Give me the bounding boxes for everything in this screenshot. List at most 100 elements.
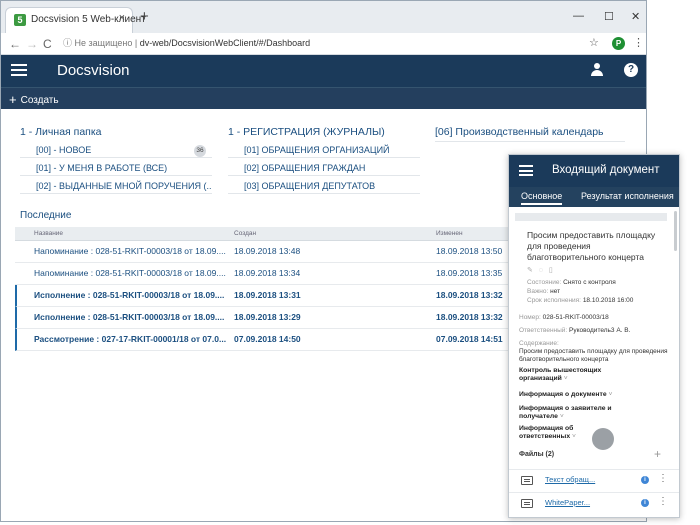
section-label: Информация о документе [519,391,607,398]
user-icon[interactable] [590,63,604,77]
more-icon[interactable]: ⋮ [658,473,668,484]
important-label: Важно: [527,288,549,295]
favicon-icon: 5 [14,14,26,26]
tab-title: Docsvision 5 Web-клиент [31,14,146,25]
row-modified: 18.09.2018 13:32 [436,290,503,300]
section-responsible-info[interactable]: Информация об ответственных ˅ [519,425,589,441]
chevron-down-icon: ˅ [608,391,613,398]
column-name[interactable]: Название [34,230,63,237]
column-created[interactable]: Создан [234,230,256,237]
section-document-info[interactable]: Информация о документе ˅ [519,391,629,399]
section-personal-folder[interactable]: 1 - Личная папка [20,126,102,138]
file-icon [521,499,533,508]
toolbar: + Создать [1,87,646,110]
calendar-divider [435,141,625,142]
responsible-field: Ответственный: Руководитель3 А. В. [519,327,630,334]
table-row[interactable]: Исполнение : 028-51-RKIT-00003/18 от 18.… [15,285,509,307]
row-modified: 18.09.2018 13:35 [436,268,503,278]
new-tab-button[interactable]: + [140,9,149,24]
folder-item-issued[interactable]: [02] - ВЫДАННЫЕ МНОЙ ПОРУЧЕНИЯ (... [20,178,212,194]
tab-execution-result[interactable]: Результат исполнения [581,191,674,201]
row-name: Напоминание : 028-51-RKIT-00003/18 от 18… [34,246,226,256]
file-row[interactable]: Текст обращ... i ⋮ [509,469,679,489]
panel-scrollbar[interactable] [674,211,677,251]
row-name: Исполнение : 028-51-RKIT-00003/18 от 18.… [34,290,225,300]
hamburger-menu-icon[interactable] [11,64,27,76]
row-modified: 18.09.2018 13:32 [436,312,503,322]
create-label: Создать [20,95,59,106]
row-created: 18.09.2018 13:48 [234,246,301,256]
responsible-label: Ответственный: [519,327,568,334]
app-header: Docsvision ? [1,55,646,87]
browser-menu-icon[interactable]: ⋮ [633,36,644,49]
table-row[interactable]: Исполнение : 028-51-RKIT-00003/18 от 18.… [15,307,509,329]
panel-title: Входящий документ [552,164,660,176]
row-name: Исполнение : 028-51-RKIT-00003/18 от 18.… [34,312,225,322]
maximize-button[interactable]: ☐ [604,10,614,23]
back-button[interactable]: ← [9,37,21,51]
document-action-icons[interactable]: ✎ ◌ ▯ [527,266,555,274]
tab-bar: 5 Docsvision 5 Web-клиент × + — ☐ ✕ [1,1,646,33]
panel-menu-icon[interactable] [519,165,533,176]
add-file-icon[interactable]: + [654,447,661,461]
plus-icon: + [9,92,17,107]
section-calendar[interactable]: [06] Производственный календарь [435,126,604,138]
file-link[interactable]: WhitePaper... [545,498,590,507]
journal-item-deputies[interactable]: [03] ОБРАЩЕНИЯ ДЕПУТАТОВ [228,178,420,194]
create-button[interactable]: + Создать [9,92,65,110]
row-created: 18.09.2018 13:34 [234,268,301,278]
minimize-button[interactable]: — [573,10,584,22]
more-icon[interactable]: ⋮ [658,496,668,507]
tab-main[interactable]: Основное [521,191,563,205]
folder-item-label: [00] - НОВОЕ [36,145,92,155]
help-icon[interactable]: ? [624,63,638,77]
file-row[interactable]: WhitePaper... i ⋮ [509,492,679,512]
profile-avatar[interactable]: P [612,37,625,50]
recent-table-header: Название Создан Изменен [15,227,509,241]
count-badge: 36 [194,145,206,157]
row-name: Напоминание : 028-51-RKIT-00003/18 от 18… [34,268,226,278]
info-icon[interactable]: i [641,476,649,484]
row-name: Рассмотрение : 027-17-RKIT-00001/18 от 0… [34,334,227,344]
close-window-button[interactable]: ✕ [631,10,640,23]
number-value: 028-51-RKIT-00003/18 [542,314,609,321]
info-icon[interactable]: i [641,499,649,507]
journal-item-citizens[interactable]: [02] ОБРАЩЕНИЯ ГРАЖДАН [228,160,420,176]
table-row[interactable]: Напоминание : 028-51-RKIT-00003/18 от 18… [15,241,509,263]
deadline-field: Срок исполнения: 18.10.2018 16:00 [527,297,633,304]
reload-button[interactable]: C [43,37,52,51]
folder-item-in-work[interactable]: [01] - У МЕНЯ В РАБОТЕ (ВСЕ) [20,160,212,176]
chevron-down-icon: ˅ [559,413,564,420]
state-value: Снято с контроля [563,279,616,286]
file-link[interactable]: Текст обращ... [545,475,595,484]
close-tab-icon[interactable]: × [119,12,125,24]
chevron-down-icon: ˅ [563,375,568,382]
browser-tab[interactable]: 5 Docsvision 5 Web-клиент × [5,7,146,33]
column-modified[interactable]: Изменен [436,230,463,237]
responsible-value: Руководитель3 А. В. [569,327,631,334]
deadline-value: 18.10.2018 16:00 [582,297,634,304]
section-label: Информация о заявителе и получателе [519,405,612,420]
row-modified: 18.09.2018 13:50 [436,246,503,256]
section-applicant-info[interactable]: Информация о заявителе и получателе ˅ [519,405,624,421]
deadline-label: Срок исполнения: [527,297,581,304]
important-field: Важно: нет [527,288,560,295]
files-label[interactable]: Файлы (2) [519,451,554,458]
journal-item-organizations[interactable]: [01] ОБРАЩЕНИЯ ОРГАНИЗАЦИЙ [228,142,420,158]
row-created: 07.09.2018 14:50 [234,334,301,344]
url-text: dv-web/DocsvisionWebClient/#/Dashboard [139,38,311,48]
bookmark-star-icon[interactable]: ☆ [589,36,599,49]
section-label: Контроль вышестоящих организаций [519,367,602,382]
state-field: Состояние: Снято с контроля [527,279,616,286]
section-label: Информация об ответственных [519,425,574,440]
table-row[interactable]: Рассмотрение : 027-17-RKIT-00001/18 от 0… [15,329,509,351]
section-registration[interactable]: 1 - РЕГИСТРАЦИЯ (ЖУРНАЛЫ) [228,126,385,138]
number-field: Номер: 028-51-RKIT-00003/18 [519,314,609,321]
forward-button[interactable]: → [26,37,38,51]
address-bar: ← → C ⓘ Не защищено | dv-web/DocsvisionW… [1,33,646,55]
table-row[interactable]: Напоминание : 028-51-RKIT-00003/18 от 18… [15,263,509,285]
folder-item-new[interactable]: [00] - НОВОЕ 36 [20,142,212,158]
row-created: 18.09.2018 13:29 [234,312,301,322]
url-field[interactable]: ⓘ Не защищено | dv-web/DocsvisionWebClie… [63,36,310,49]
section-higher-control[interactable]: Контроль вышестоящих организаций ˅ [519,367,629,383]
